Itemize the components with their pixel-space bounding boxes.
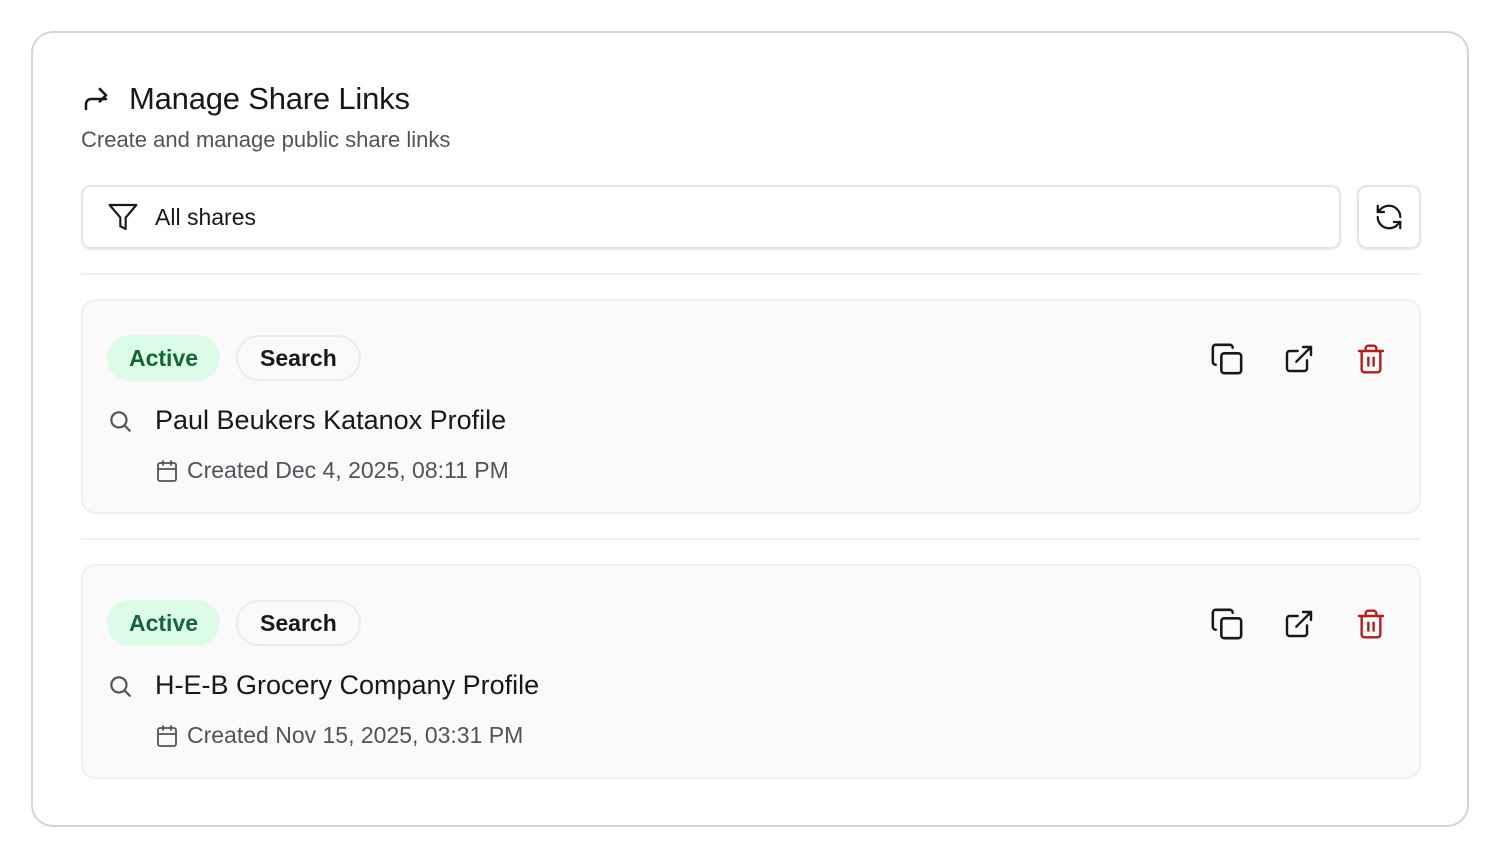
external-link-icon: [1283, 343, 1315, 375]
external-link-icon: [1283, 608, 1315, 640]
copy-icon: [1210, 342, 1244, 376]
share-filter-select[interactable]: All shares: [81, 185, 1341, 249]
search-icon: [107, 673, 133, 699]
created-row: Created Dec 4, 2025, 08:11 PM: [155, 457, 509, 484]
filter-row: All shares: [81, 185, 1421, 249]
refresh-button[interactable]: [1357, 185, 1421, 249]
title-row: Manage Share Links: [81, 79, 450, 119]
refresh-icon: [1374, 202, 1404, 232]
badges: Active Search: [107, 335, 361, 381]
share-links-card: Manage Share Links Create and manage pub…: [31, 31, 1469, 827]
created-date: Created Nov 15, 2025, 03:31 PM: [187, 722, 524, 748]
type-badge: Search: [236, 335, 361, 381]
page-title: Manage Share Links: [129, 81, 410, 116]
item-actions: [1179, 600, 1395, 648]
item-title-row: H-E-B Grocery Company Profile: [107, 670, 539, 701]
type-badge: Search: [236, 600, 361, 646]
copy-link-button[interactable]: [1203, 335, 1251, 383]
share-item: Active Search: [81, 299, 1421, 514]
created-date: Created Dec 4, 2025, 08:11 PM: [187, 457, 509, 483]
delete-button[interactable]: [1347, 600, 1395, 648]
item-title-row: Paul Beukers Katanox Profile: [107, 405, 506, 436]
status-badge: Active: [107, 600, 221, 646]
trash-icon: [1355, 608, 1387, 640]
share-item: Active Search: [81, 564, 1421, 779]
status-badge: Active: [107, 335, 221, 381]
open-link-button[interactable]: [1275, 600, 1323, 648]
filter-icon: [107, 201, 139, 233]
copy-link-button[interactable]: [1203, 600, 1251, 648]
copy-icon: [1210, 607, 1244, 641]
delete-button[interactable]: [1347, 335, 1395, 383]
created-row: Created Nov 15, 2025, 03:31 PM: [155, 722, 523, 749]
card-header: Manage Share Links Create and manage pub…: [81, 79, 450, 153]
item-actions: [1179, 335, 1395, 383]
filter-selected-value: All shares: [155, 203, 256, 230]
divider: [81, 273, 1421, 275]
page-subtitle: Create and manage public share links: [81, 127, 451, 152]
calendar-icon: [155, 724, 179, 748]
share-title: H-E-B Grocery Company Profile: [155, 670, 540, 700]
search-icon: [107, 408, 133, 434]
share-forward-icon: [81, 84, 111, 114]
trash-icon: [1355, 343, 1387, 375]
share-title: Paul Beukers Katanox Profile: [155, 405, 507, 435]
badges: Active Search: [107, 600, 361, 646]
open-link-button[interactable]: [1275, 335, 1323, 383]
divider: [81, 538, 1421, 540]
calendar-icon: [155, 459, 179, 483]
